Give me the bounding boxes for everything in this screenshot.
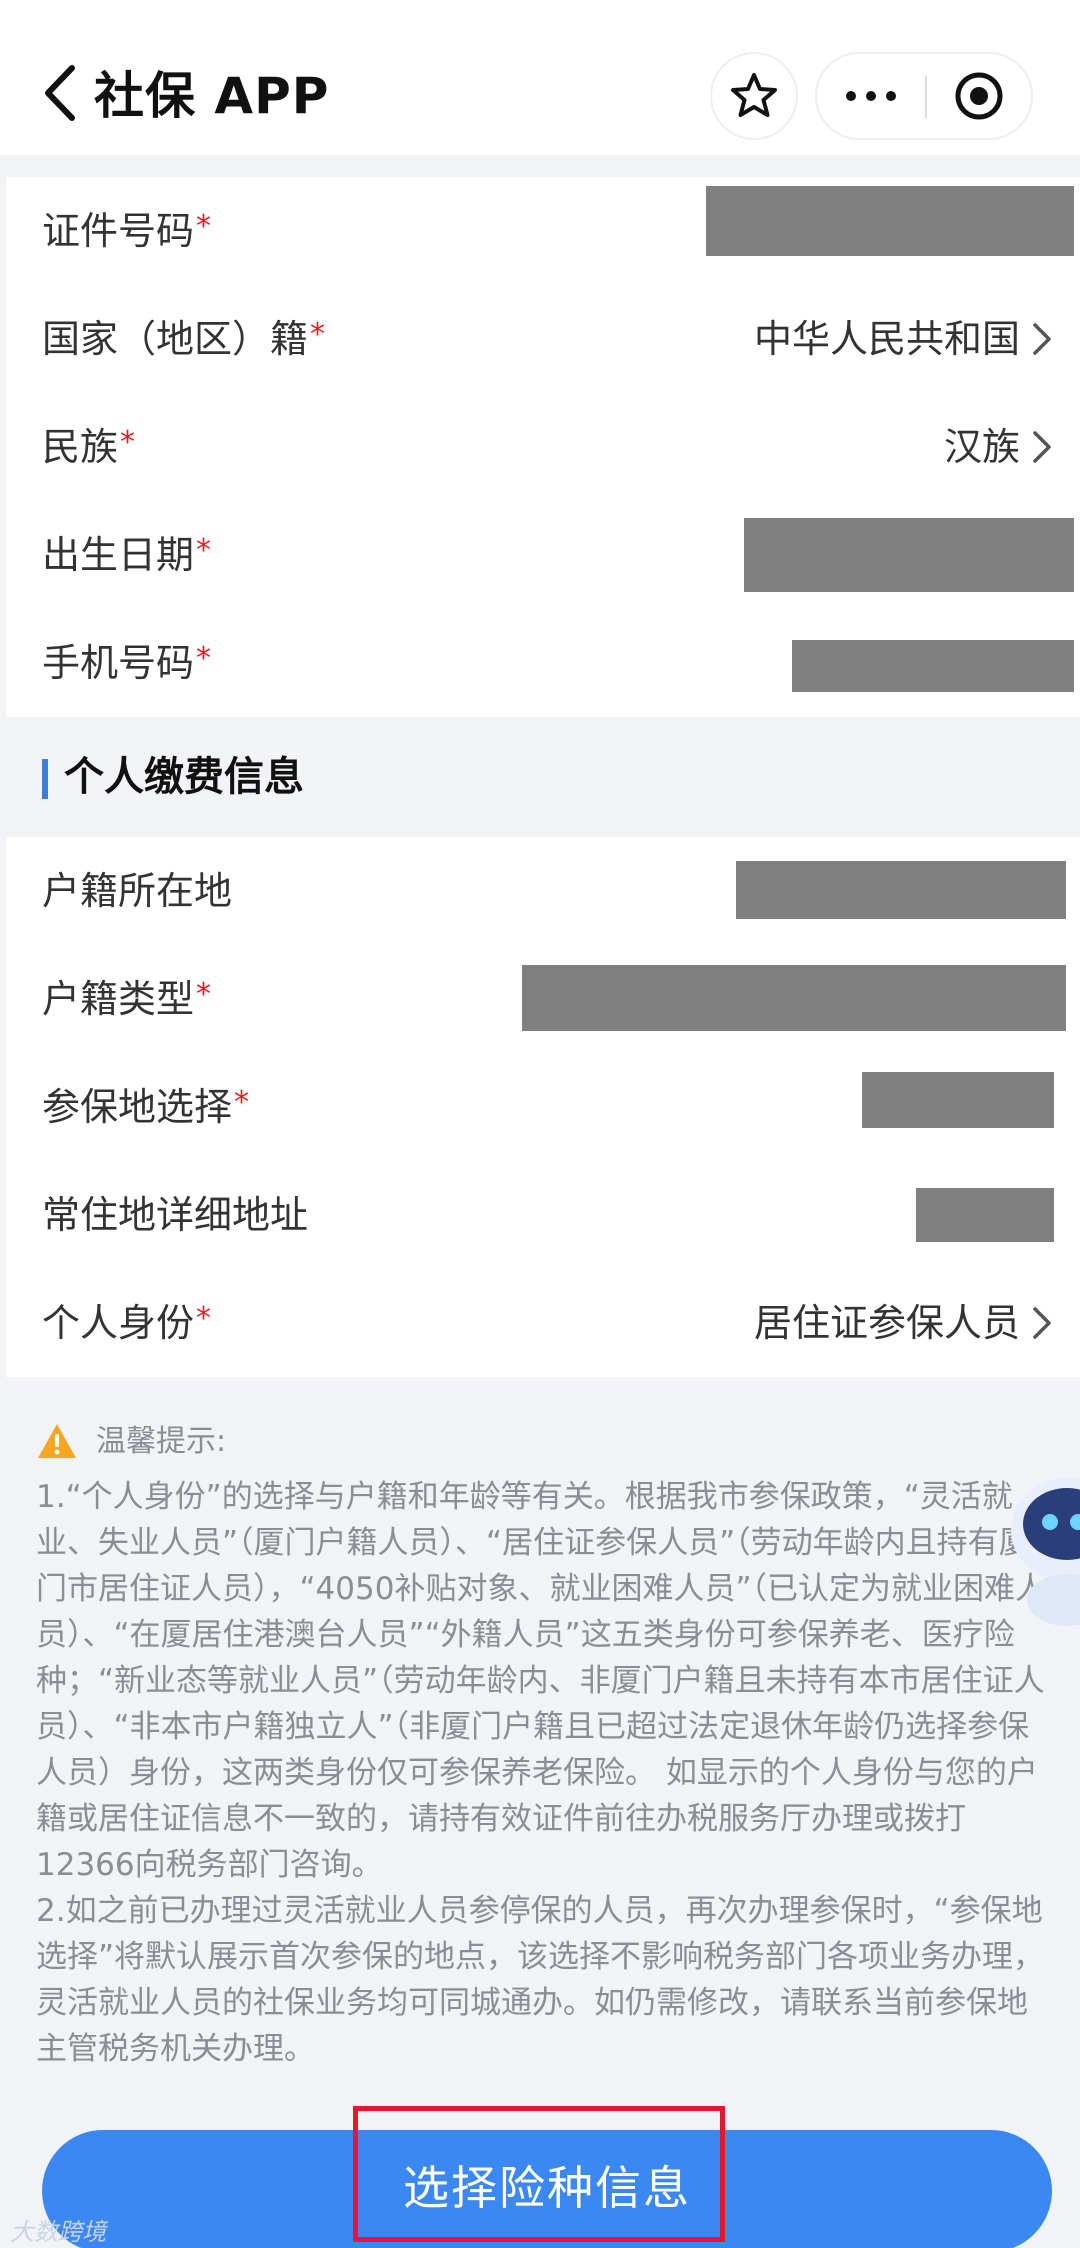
required-mark: * xyxy=(196,641,212,676)
payment-section-title: 个人缴费信息 xyxy=(64,754,304,800)
section-accent-bar xyxy=(42,759,48,799)
chevron-right-icon xyxy=(1033,431,1051,463)
insurance-location-label: 参保地选择 xyxy=(42,1085,233,1129)
required-mark: * xyxy=(196,1301,212,1336)
row-label: 出生日期* xyxy=(42,501,211,609)
more-dots-icon xyxy=(846,91,896,101)
row-label: 证件号码* xyxy=(42,177,211,285)
more-button[interactable] xyxy=(817,54,925,138)
form-row-insurance-location[interactable]: 参保地选择* xyxy=(6,1053,1080,1161)
warm-tips: 温馨提示: 1.“个人身份”的选择与户籍和年龄等有关。根据我市参保政策，“灵活就… xyxy=(36,1418,1046,2072)
row-label: 个人身份* xyxy=(42,1269,211,1377)
tips-paragraph-2: 2.如之前已办理过灵活就业人员参停保的人员，再次办理参保时，“参保地选择”将默认… xyxy=(36,1893,1045,2067)
chevron-right-icon xyxy=(1033,323,1051,355)
assistant-robot-icon[interactable] xyxy=(1005,1460,1080,1630)
form-row-phone[interactable]: 手机号码* xyxy=(6,609,1080,717)
household-type-label: 户籍类型 xyxy=(42,977,195,1021)
app-header: 社保 APP xyxy=(0,0,1080,155)
redacted-household-location xyxy=(736,861,1066,919)
mini-program-capsule xyxy=(815,52,1033,140)
form-row-personal-identity[interactable]: 个人身份* 居住证参保人员 xyxy=(6,1269,1080,1377)
required-mark: * xyxy=(234,1085,250,1120)
ethnicity-label: 民族 xyxy=(42,425,119,469)
form-row-household-location[interactable]: 户籍所在地 xyxy=(6,837,1080,945)
required-mark: * xyxy=(196,977,212,1012)
back-button[interactable] xyxy=(38,58,88,128)
required-mark: * xyxy=(196,209,212,244)
redacted-id-number xyxy=(706,186,1074,256)
row-label: 民族* xyxy=(42,393,135,501)
id-number-label: 证件号码 xyxy=(42,209,195,253)
chevron-right-icon xyxy=(1033,1307,1051,1339)
redacted-birth-date xyxy=(744,518,1074,592)
form-row-nationality[interactable]: 国家（地区）籍* 中华人民共和国 xyxy=(6,285,1080,393)
row-label: 参保地选择* xyxy=(42,1053,249,1161)
identity-section: 证件号码* 国家（地区）籍* 中华人民共和国 民族* 汉族 出生日期* 手机号码… xyxy=(6,177,1080,717)
star-icon xyxy=(731,73,777,117)
target-circle-icon xyxy=(955,72,1003,120)
phone-label: 手机号码 xyxy=(42,641,195,685)
favorite-button[interactable] xyxy=(710,52,798,140)
form-row-id-number[interactable]: 证件号码* xyxy=(6,177,1080,285)
tips-title: 温馨提示: xyxy=(96,1424,227,1459)
payment-section: 户籍所在地 户籍类型* 参保地选择* 常住地详细地址 个人身份* 居住证参保人员 xyxy=(6,837,1080,1377)
form-row-ethnicity[interactable]: 民族* 汉族 xyxy=(6,393,1080,501)
nationality-label: 国家（地区）籍 xyxy=(42,317,309,361)
household-location-label: 户籍所在地 xyxy=(42,869,233,913)
residence-address-label: 常住地详细地址 xyxy=(42,1193,309,1237)
page-title: 社保 APP xyxy=(94,67,330,125)
row-label: 户籍类型* xyxy=(42,945,211,1053)
row-label: 常住地详细地址 xyxy=(42,1161,310,1269)
required-mark: * xyxy=(196,533,212,568)
redacted-household-type xyxy=(522,965,1066,1031)
row-label: 户籍所在地 xyxy=(42,837,234,945)
required-mark: * xyxy=(310,317,326,352)
watermark-text: 大数跨境 xyxy=(10,2218,106,2246)
close-mini-program-button[interactable] xyxy=(927,54,1031,138)
personal-identity-value: 居住证参保人员 xyxy=(753,1301,1020,1345)
nationality-value: 中华人民共和国 xyxy=(753,317,1020,361)
birth-date-label: 出生日期 xyxy=(42,533,195,577)
warning-icon xyxy=(38,1424,76,1458)
chevron-left-icon xyxy=(45,65,75,121)
redacted-insurance-location xyxy=(862,1072,1054,1128)
row-label: 手机号码* xyxy=(42,609,211,717)
tips-header: 温馨提示: xyxy=(36,1418,1046,1474)
personal-identity-label: 个人身份 xyxy=(42,1301,195,1345)
row-label: 国家（地区）籍* xyxy=(42,285,325,393)
payment-section-header: 个人缴费信息 xyxy=(6,717,1080,837)
ethnicity-value: 汉族 xyxy=(943,425,1020,469)
redacted-residence-address xyxy=(916,1188,1054,1242)
highlight-annotation-box xyxy=(353,2106,725,2242)
redacted-phone xyxy=(792,640,1074,692)
tips-paragraph-1: 1.“个人身份”的选择与户籍和年龄等有关。根据我市参保政策，“灵活就业、失业人员… xyxy=(36,1479,1047,1883)
required-mark: * xyxy=(120,425,136,460)
form-row-residence-address[interactable]: 常住地详细地址 xyxy=(6,1161,1080,1269)
form-row-household-type[interactable]: 户籍类型* xyxy=(6,945,1080,1053)
form-row-birth-date[interactable]: 出生日期* xyxy=(6,501,1080,609)
